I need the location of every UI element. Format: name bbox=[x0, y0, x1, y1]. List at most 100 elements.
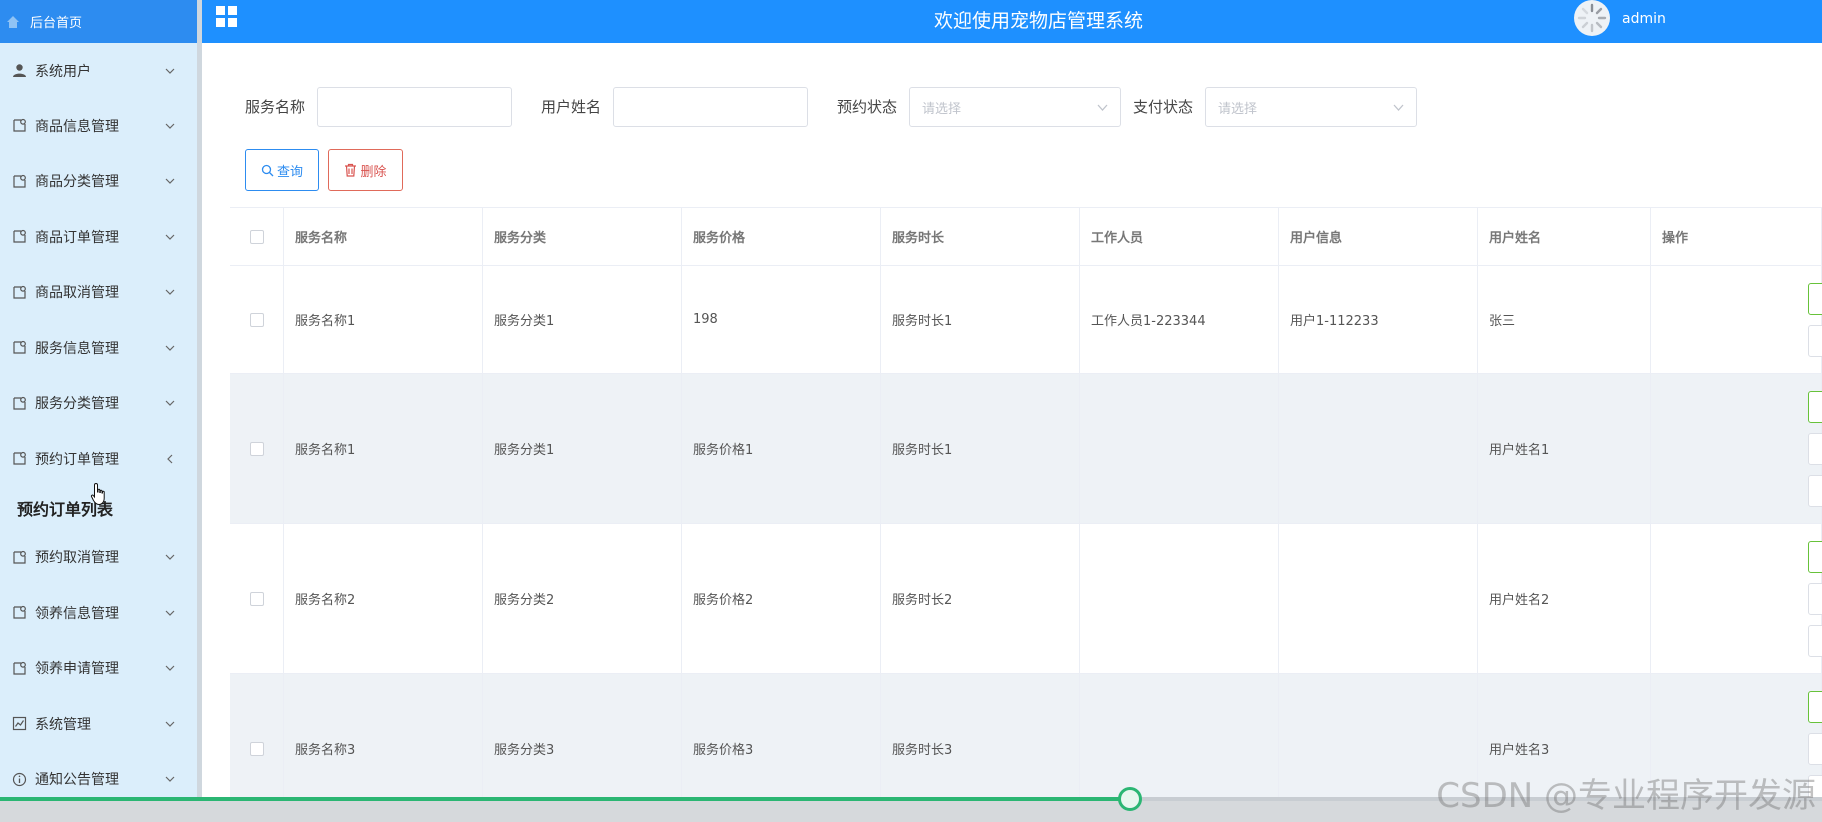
document-icon bbox=[12, 230, 26, 243]
column-header: 服务名称 bbox=[284, 208, 483, 265]
actions-cell: 详情取消 bbox=[1651, 266, 1822, 373]
table-cell: 工作人员1-223344 bbox=[1080, 266, 1279, 373]
detail-button[interactable]: 详情 bbox=[1808, 690, 1822, 723]
top-header: 欢迎使用宠物店管理系统 admin bbox=[202, 0, 1822, 43]
row-checkbox-cell bbox=[230, 374, 284, 523]
sidebar-item-1[interactable]: 商品信息管理 bbox=[0, 98, 197, 154]
menu-item-icon bbox=[11, 284, 27, 300]
service-name-input[interactable] bbox=[317, 87, 512, 127]
grid-menu-icon[interactable] bbox=[216, 6, 238, 28]
detail-button[interactable]: 详情 bbox=[1808, 390, 1822, 423]
sidebar-item-3[interactable]: 商品订单管理 bbox=[0, 209, 197, 265]
menu-item-icon bbox=[11, 395, 27, 411]
cancel-button[interactable]: 取消 bbox=[1808, 324, 1822, 357]
row-checkbox[interactable] bbox=[249, 741, 264, 756]
main-content: 服务名称 用户姓名 预约状态 请选择 支付状态 请选择 查询 删除 服务名称 服务… bbox=[202, 43, 1822, 822]
detail-button[interactable]: 详情 bbox=[1808, 282, 1822, 315]
user-icon bbox=[12, 64, 26, 77]
payment-status-select[interactable]: 请选择 bbox=[1205, 87, 1417, 127]
sidebar-home[interactable]: 后台首页 bbox=[0, 0, 197, 43]
cancel-button[interactable]: 取消 bbox=[1808, 432, 1822, 465]
sidebar-item-6[interactable]: 服务分类管理 bbox=[0, 376, 197, 432]
column-header: 工作人员 bbox=[1080, 208, 1279, 265]
trash-icon bbox=[345, 163, 357, 177]
sidebar-item-label: 系统用户 bbox=[35, 63, 91, 80]
row-checkbox[interactable] bbox=[249, 591, 264, 606]
table-cell: 用户1-112233 bbox=[1279, 266, 1478, 373]
sidebar-item-5[interactable]: 服务信息管理 bbox=[0, 320, 197, 376]
booking-status-label: 预约状态 bbox=[837, 98, 898, 116]
document-icon bbox=[12, 174, 26, 188]
sidebar-item-7[interactable]: 预约订单管理 bbox=[0, 431, 197, 487]
detail-button[interactable]: 详情 bbox=[1808, 540, 1822, 573]
user-name-input[interactable] bbox=[613, 87, 808, 127]
table-cell bbox=[1080, 374, 1279, 523]
user-name[interactable]: admin bbox=[1622, 11, 1666, 27]
row-checkbox[interactable] bbox=[249, 312, 264, 327]
select-all-checkbox[interactable] bbox=[249, 229, 264, 244]
delete-button[interactable]: 删除 bbox=[328, 149, 403, 191]
watermark: CSDN @专业程序开发源 bbox=[1436, 776, 1816, 816]
app-title: 欢迎使用宠物店管理系统 bbox=[934, 10, 1144, 32]
query-button[interactable]: 查询 bbox=[245, 149, 319, 191]
avatar[interactable] bbox=[1574, 0, 1610, 36]
info-icon bbox=[12, 772, 26, 786]
menu-item-icon bbox=[11, 716, 27, 732]
sidebar-item-4[interactable]: 商品取消管理 bbox=[0, 265, 197, 321]
table-cell: 服务名称1 bbox=[284, 374, 483, 523]
sidebar-item-10[interactable]: 领养申请管理 bbox=[0, 641, 197, 697]
actions-cell: 详情取消支付 bbox=[1651, 374, 1822, 523]
chevron-down-icon bbox=[165, 554, 175, 561]
chevron-down-icon bbox=[165, 400, 175, 407]
sidebar-item-label: 领养申请管理 bbox=[35, 661, 119, 678]
chevron-down-icon bbox=[165, 776, 175, 783]
chevron-down-icon bbox=[165, 289, 175, 296]
sidebar-item-label: 预约订单管理 bbox=[35, 451, 119, 468]
menu-item-icon bbox=[11, 771, 27, 787]
menu-item-icon bbox=[11, 173, 27, 189]
pay-button[interactable]: 支付 bbox=[1808, 624, 1822, 657]
sidebar-item-label: 服务信息管理 bbox=[35, 340, 119, 357]
delete-button-label: 删除 bbox=[360, 164, 387, 180]
menu-item-icon bbox=[11, 549, 27, 565]
service-name-label: 服务名称 bbox=[245, 98, 306, 116]
chevron-down-icon bbox=[165, 721, 175, 727]
hand-cursor-icon bbox=[90, 482, 105, 506]
row-checkbox[interactable] bbox=[249, 441, 264, 456]
table-cell: 198 bbox=[682, 266, 881, 373]
video-progress-handle[interactable] bbox=[1118, 787, 1142, 811]
document-icon bbox=[12, 285, 26, 299]
chart-icon bbox=[12, 717, 26, 731]
user-name-label: 用户姓名 bbox=[541, 98, 602, 116]
sidebar-item-label: 商品取消管理 bbox=[35, 285, 119, 302]
pay-button[interactable]: 支付 bbox=[1808, 474, 1822, 507]
menu-item-icon bbox=[11, 451, 27, 467]
table-cell: 张三 bbox=[1478, 266, 1651, 373]
column-header: 服务分类 bbox=[483, 208, 682, 265]
chevron-down-icon bbox=[165, 123, 175, 129]
sidebar-item-0[interactable]: 系统用户 bbox=[0, 43, 197, 98]
row-checkbox-cell bbox=[230, 524, 284, 673]
sidebar-item-label: 商品信息管理 bbox=[35, 118, 119, 135]
loading-spinner-icon bbox=[1577, 3, 1607, 33]
cancel-button[interactable]: 取消 bbox=[1808, 582, 1822, 615]
sidebar-item-label: 服务分类管理 bbox=[35, 396, 119, 413]
chevron-down-icon bbox=[165, 178, 175, 185]
table-row: 服务名称1服务分类1服务价格1服务时长1用户姓名1详情取消支付 bbox=[230, 374, 1822, 524]
sidebar-item-8[interactable]: 预约取消管理 bbox=[0, 530, 197, 586]
search-icon bbox=[261, 164, 274, 176]
sidebar-home-label: 后台首页 bbox=[30, 16, 83, 31]
sidebar-item-2[interactable]: 商品分类管理 bbox=[0, 154, 197, 210]
booking-status-select[interactable]: 请选择 bbox=[909, 87, 1121, 127]
sidebar-item-11[interactable]: 系统管理 bbox=[0, 696, 197, 752]
sidebar-item-9[interactable]: 领养信息管理 bbox=[0, 585, 197, 641]
cancel-button[interactable]: 取消 bbox=[1808, 732, 1822, 765]
menu-item-icon bbox=[11, 660, 27, 676]
table-cell: 服务分类1 bbox=[483, 374, 682, 523]
column-header: 用户信息 bbox=[1279, 208, 1478, 265]
menu-item-icon bbox=[11, 605, 27, 621]
document-icon bbox=[12, 341, 26, 354]
menu-item-icon bbox=[11, 63, 27, 79]
payment-status-label: 支付状态 bbox=[1133, 98, 1194, 116]
column-header: 服务价格 bbox=[682, 208, 881, 265]
